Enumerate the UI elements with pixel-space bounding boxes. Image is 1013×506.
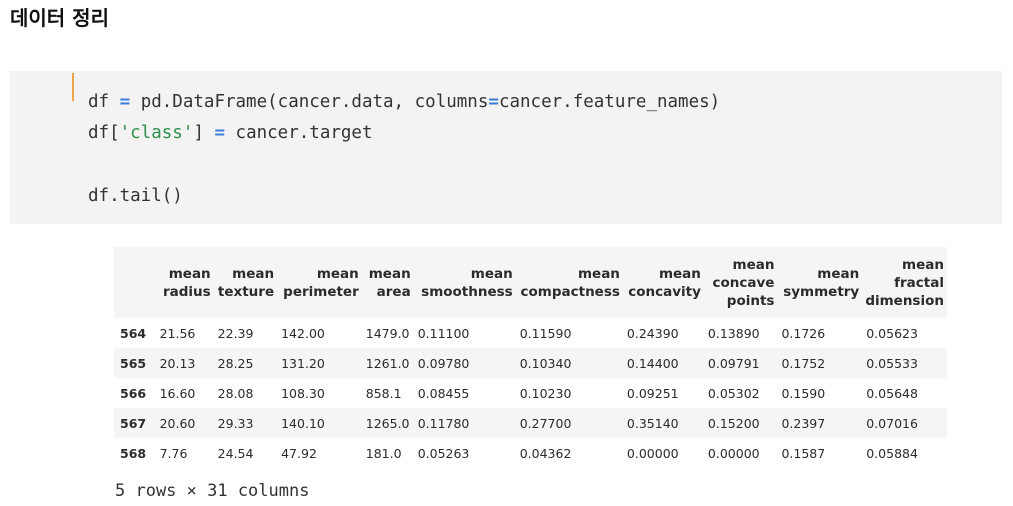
table-cell: 0.05263: [417, 445, 470, 461]
cell-focus-marker: [72, 73, 74, 101]
table-cell: 108.30: [281, 385, 325, 401]
table-cell: 0.11590: [519, 325, 572, 341]
table-cell: 28.25: [217, 355, 254, 371]
table-cell: 0.08455: [417, 385, 470, 401]
column-header: mean area: [368, 265, 411, 300]
table-cell: 0.11780: [417, 415, 470, 431]
column-header: mean symmetry: [783, 265, 860, 300]
column-header: mean texture: [217, 265, 275, 300]
table-cell: 181.0: [365, 445, 402, 461]
table-row: 565 20.13 28.25 131.20 1261.0 0.09780 0.…: [114, 348, 947, 378]
table-cell: 22.39: [217, 325, 254, 341]
dataframe-output-table: mean radius mean texture mean perimeter …: [114, 247, 947, 468]
column-header: mean radius: [162, 265, 211, 300]
table-cell: 0.10230: [519, 385, 572, 401]
table-cell: 0.1590: [781, 385, 826, 401]
table-cell: 0.05302: [707, 385, 760, 401]
table-row: 564 21.56 22.39 142.00 1479.0 0.11100 0.…: [114, 318, 947, 348]
column-header: mean fractal dimension: [865, 256, 944, 309]
column-header: mean compactness: [520, 265, 620, 300]
table-cell: 0.2397: [781, 415, 826, 431]
column-header: mean smoothness: [421, 265, 513, 300]
table-cell: 0.1726: [781, 325, 826, 341]
code-line-1: df = pd.DataFrame(cancer.data, columns=c…: [88, 92, 721, 112]
table-cell: 0.35140: [626, 415, 679, 431]
table-cell: 0.09251: [626, 385, 679, 401]
dataframe-shape-summary: 5 rows × 31 columns: [115, 481, 310, 501]
table-cell: 142.00: [281, 325, 325, 341]
table-cell: 47.92: [281, 445, 317, 461]
row-index: 565: [120, 355, 147, 371]
table-cell: 0.14400: [626, 355, 679, 371]
table-cell: 0.1587: [781, 445, 826, 461]
column-header: mean concavity: [628, 265, 701, 300]
table-cell: 0.05884: [866, 445, 918, 461]
table-cell: 21.56: [159, 325, 196, 341]
table-cell: 0.00000: [707, 445, 760, 461]
table-cell: 20.13: [159, 355, 196, 371]
table-cell: 1261.0: [365, 355, 410, 371]
column-header: mean perimeter: [283, 265, 359, 300]
table-cell: 140.10: [281, 415, 325, 431]
table-cell: 0.05623: [866, 325, 918, 341]
table-cell: 20.60: [159, 415, 196, 431]
table-row: 566 16.60 28.08 108.30 858.1 0.08455 0.1…: [114, 378, 947, 408]
table-cell: 131.20: [281, 355, 325, 371]
row-index: 568: [120, 445, 147, 461]
table-cell: 0.05648: [866, 385, 918, 401]
column-header-index: [114, 247, 156, 318]
table-cell: 0.11100: [417, 325, 470, 341]
table-header-row: mean radius mean texture mean perimeter …: [114, 247, 947, 318]
table-cell: 0.05533: [866, 355, 918, 371]
code-cell[interactable]: df = pd.DataFrame(cancer.data, columns=c…: [10, 71, 1002, 224]
table-cell: 0.09791: [707, 355, 760, 371]
row-index: 567: [120, 415, 147, 431]
table-cell: 0.07016: [866, 415, 918, 431]
row-index: 566: [120, 385, 147, 401]
code-line-3: df.tail(): [88, 186, 183, 206]
table-cell: 28.08: [217, 385, 254, 401]
table-cell: 0.13890: [707, 325, 760, 341]
table-cell: 0.1752: [781, 355, 826, 371]
table-cell: 0.00000: [626, 445, 679, 461]
table-cell: 1479.0: [365, 325, 410, 341]
table-cell: 16.60: [159, 385, 196, 401]
table-cell: 29.33: [217, 415, 254, 431]
table-cell: 24.54: [217, 445, 254, 461]
table-cell: 0.24390: [626, 325, 679, 341]
section-title: 데이터 정리: [10, 6, 109, 30]
table-row: 567 20.60 29.33 140.10 1265.0 0.11780 0.…: [114, 408, 947, 438]
column-header: mean concave points: [712, 256, 775, 309]
table-cell: 1265.0: [365, 415, 410, 431]
row-index: 564: [120, 325, 147, 341]
table-cell: 0.27700: [519, 415, 572, 431]
table-cell: 7.76: [159, 445, 188, 461]
table-cell: 0.09780: [417, 355, 470, 371]
table-cell: 0.15200: [707, 415, 760, 431]
table-cell: 0.10340: [519, 355, 572, 371]
code-line-2: df['class'] = cancer.target: [88, 123, 373, 143]
table-cell: 0.04362: [519, 445, 572, 461]
table-cell: 858.1: [365, 385, 402, 401]
table-row: 568 7.76 24.54 47.92 181.0 0.05263 0.043…: [114, 438, 947, 468]
